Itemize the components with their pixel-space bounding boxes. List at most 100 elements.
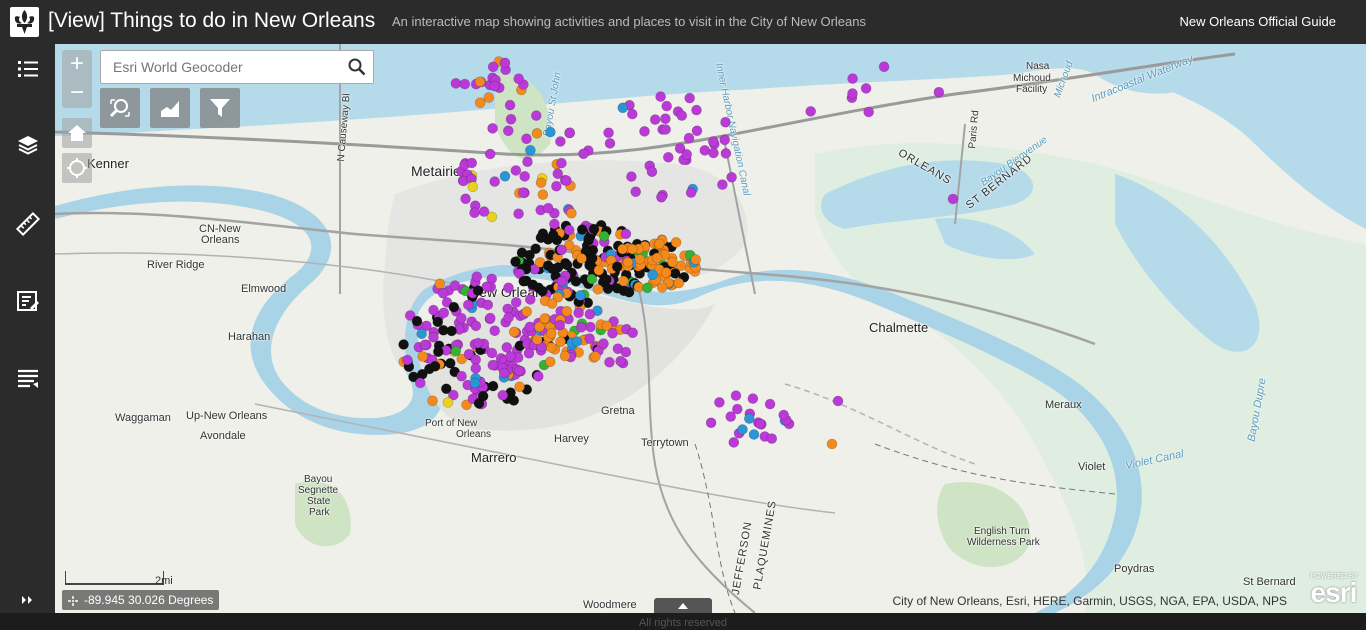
poi-marker[interactable] (708, 147, 719, 159)
poi-marker[interactable] (726, 172, 737, 183)
zoom-out-button[interactable]: − (62, 79, 92, 108)
poi-marker[interactable] (627, 327, 639, 339)
poi-marker[interactable] (434, 278, 446, 290)
poi-marker[interactable] (933, 86, 945, 98)
poi-marker[interactable] (705, 417, 717, 429)
poi-marker[interactable] (514, 381, 525, 393)
poi-marker[interactable] (714, 397, 725, 408)
poi-marker[interactable] (691, 104, 702, 116)
poi-marker[interactable] (561, 175, 572, 186)
poi-marker[interactable] (570, 276, 582, 287)
poi-marker[interactable] (549, 218, 560, 230)
poi-marker[interactable] (505, 113, 517, 125)
poi-marker[interactable] (554, 319, 566, 331)
poi-marker[interactable] (660, 113, 671, 124)
poi-marker[interactable] (501, 342, 513, 353)
elevation-profile-button[interactable] (150, 88, 190, 128)
poi-marker[interactable] (513, 208, 524, 219)
poi-marker[interactable] (754, 418, 766, 430)
poi-marker[interactable] (660, 124, 671, 135)
poi-marker[interactable] (669, 268, 681, 279)
poi-marker[interactable] (649, 114, 661, 125)
poi-marker[interactable] (487, 359, 499, 371)
poi-marker[interactable] (499, 57, 511, 69)
poi-marker[interactable] (470, 320, 482, 332)
poi-marker[interactable] (542, 202, 554, 214)
poi-marker[interactable] (456, 370, 467, 382)
poi-marker[interactable] (484, 148, 496, 160)
expand-panel-button[interactable] (0, 587, 55, 613)
poi-marker[interactable] (651, 252, 663, 264)
poi-marker[interactable] (832, 395, 844, 407)
poi-marker[interactable] (416, 328, 427, 340)
poi-marker[interactable] (646, 166, 658, 177)
poi-marker[interactable] (483, 92, 495, 103)
poi-marker[interactable] (639, 126, 650, 137)
poi-marker[interactable] (623, 286, 635, 298)
poi-marker[interactable] (469, 377, 481, 389)
poi-marker[interactable] (555, 136, 566, 147)
poi-marker[interactable] (556, 244, 567, 256)
poi-marker[interactable] (860, 83, 872, 94)
poi-marker[interactable] (578, 148, 589, 160)
poi-marker[interactable] (685, 187, 697, 198)
poi-marker[interactable] (630, 186, 642, 197)
poi-marker[interactable] (460, 193, 471, 205)
poi-marker[interactable] (561, 305, 573, 317)
poi-marker[interactable] (456, 312, 467, 324)
poi-marker[interactable] (402, 354, 413, 366)
poi-marker[interactable] (459, 78, 471, 90)
poi-marker[interactable] (466, 157, 478, 169)
zoom-in-button[interactable]: + (62, 50, 92, 79)
poi-marker[interactable] (598, 230, 610, 242)
poi-marker[interactable] (573, 307, 584, 319)
poi-marker[interactable] (747, 393, 759, 404)
poi-marker[interactable] (552, 168, 564, 179)
poi-marker[interactable] (474, 76, 486, 88)
edit-button[interactable] (0, 276, 55, 326)
poi-marker[interactable] (626, 171, 637, 182)
poi-marker[interactable] (450, 345, 462, 357)
poi-marker[interactable] (545, 126, 556, 138)
poi-marker[interactable] (472, 285, 484, 296)
poi-marker[interactable] (720, 116, 731, 128)
poi-marker[interactable] (516, 247, 528, 258)
poi-marker[interactable] (537, 285, 548, 297)
poi-marker[interactable] (513, 73, 525, 85)
poi-marker[interactable] (428, 304, 439, 316)
poi-marker[interactable] (720, 148, 732, 159)
poi-marker[interactable] (617, 102, 629, 114)
poi-marker[interactable] (438, 324, 449, 336)
poi-marker[interactable] (661, 100, 673, 112)
poi-marker[interactable] (524, 294, 536, 305)
poi-marker[interactable] (826, 438, 838, 450)
poi-marker[interactable] (728, 437, 740, 448)
poi-marker[interactable] (730, 390, 742, 401)
poi-marker[interactable] (510, 165, 522, 176)
poi-marker[interactable] (566, 208, 577, 219)
poi-marker[interactable] (471, 271, 483, 282)
poi-marker[interactable] (522, 156, 533, 167)
poi-marker[interactable] (588, 223, 600, 235)
poi-marker[interactable] (531, 334, 543, 345)
poi-marker[interactable] (601, 274, 612, 285)
poi-marker[interactable] (731, 403, 743, 415)
poi-marker[interactable] (847, 73, 858, 84)
layers-button[interactable] (0, 120, 55, 170)
poi-marker[interactable] (510, 297, 522, 308)
attribute-table-toggle[interactable] (654, 598, 712, 613)
poi-marker[interactable] (626, 108, 638, 120)
poi-marker[interactable] (438, 307, 450, 319)
poi-marker[interactable] (592, 284, 604, 295)
poi-marker[interactable] (478, 206, 490, 217)
poi-marker[interactable] (546, 298, 558, 309)
poi-marker[interactable] (487, 123, 498, 134)
poi-marker[interactable] (432, 316, 444, 328)
poi-marker[interactable] (847, 88, 858, 99)
poi-marker[interactable] (545, 328, 557, 339)
poi-marker[interactable] (503, 282, 514, 294)
poi-marker[interactable] (489, 176, 501, 187)
coordinate-readout[interactable]: -89.945 30.026 Degrees (62, 590, 220, 610)
poi-marker[interactable] (617, 243, 628, 255)
zoom-to-extent-button[interactable] (100, 88, 140, 128)
